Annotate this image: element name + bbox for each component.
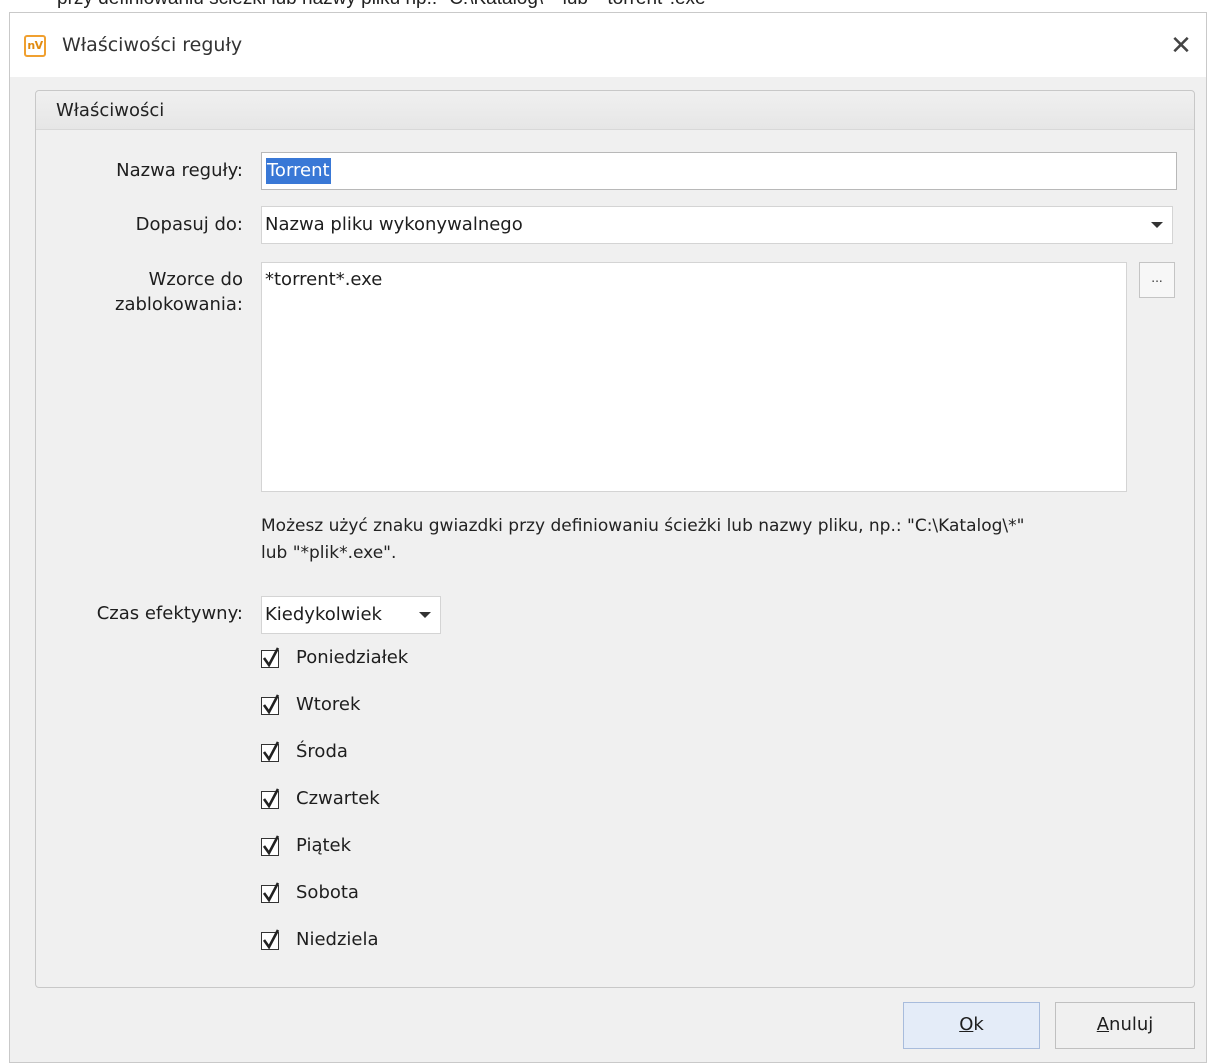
dialog-title: Właściwości reguły (62, 34, 243, 56)
rule-name-input[interactable]: Torrent (261, 152, 1177, 190)
hint-line-2: lub "*plik*.exe". (261, 543, 397, 563)
checkbox-checked-icon (261, 929, 280, 950)
patterns-textarea[interactable]: *torrent*.exe (261, 262, 1127, 492)
checkbox-checked-icon (261, 788, 280, 809)
patterns-label-line2: zablokowania: (115, 294, 243, 315)
checkbox-checked-icon (261, 882, 280, 903)
time-value: Kiedykolwiek (265, 604, 382, 625)
patterns-value: *torrent*.exe (265, 269, 383, 290)
day-label: Poniedziałek (296, 647, 409, 668)
title-bar: nV Właściwości reguły ✕ (10, 13, 1206, 77)
day-label: Środa (296, 741, 348, 762)
match-dropdown[interactable]: Nazwa pliku wykonywalnego (261, 206, 1173, 244)
day-label: Sobota (296, 882, 359, 903)
day-label: Czwartek (296, 788, 380, 809)
rule-name-label: Nazwa reguły: (116, 160, 243, 181)
match-label: Dopasuj do: (135, 214, 243, 235)
patterns-label-line1: Wzorce do (148, 269, 243, 290)
cancel-label-rest: nuluj (1109, 1014, 1154, 1035)
cancel-mnemonic: A (1096, 1014, 1110, 1035)
day-label: Piątek (296, 835, 352, 856)
chevron-down-icon (419, 612, 431, 618)
ok-label-rest: k (973, 1014, 984, 1035)
pattern-hint: Możesz użyć znaku gwiazdki przy definiow… (261, 513, 1161, 567)
checkbox-checked-icon (261, 835, 280, 856)
close-icon[interactable]: ✕ (1168, 33, 1194, 59)
match-value: Nazwa pliku wykonywalnego (265, 214, 523, 235)
checkbox-checked-icon (261, 647, 280, 668)
day-label: Niedziela (296, 929, 379, 950)
background-instruction-text: przy definiowaniu ścieżki lub nazwy plik… (57, 0, 712, 10)
checkbox-checked-icon (261, 741, 280, 762)
day-label: Wtorek (296, 694, 361, 715)
ok-mnemonic: O (959, 1014, 974, 1035)
rule-properties-dialog: nV Właściwości reguły ✕ Właściwości Nazw… (9, 12, 1207, 1063)
patterns-label: Wzorce do zablokowania: (43, 267, 243, 317)
ok-button[interactable]: Ok (903, 1002, 1040, 1049)
time-dropdown[interactable]: Kiedykolwiek (261, 596, 441, 634)
group-title: Właściwości (56, 100, 165, 121)
app-logo-icon: nV (24, 35, 46, 57)
rule-name-value: Torrent (266, 158, 331, 184)
chevron-down-icon (1151, 222, 1163, 228)
cancel-button[interactable]: Anuluj (1055, 1002, 1195, 1049)
browse-button[interactable]: ... (1139, 262, 1175, 298)
checkbox-checked-icon (261, 694, 280, 715)
time-label: Czas efektywny: (96, 603, 243, 624)
hint-line-1: Możesz użyć znaku gwiazdki przy definiow… (261, 516, 1025, 536)
group-header: Właściwości (36, 91, 1194, 130)
